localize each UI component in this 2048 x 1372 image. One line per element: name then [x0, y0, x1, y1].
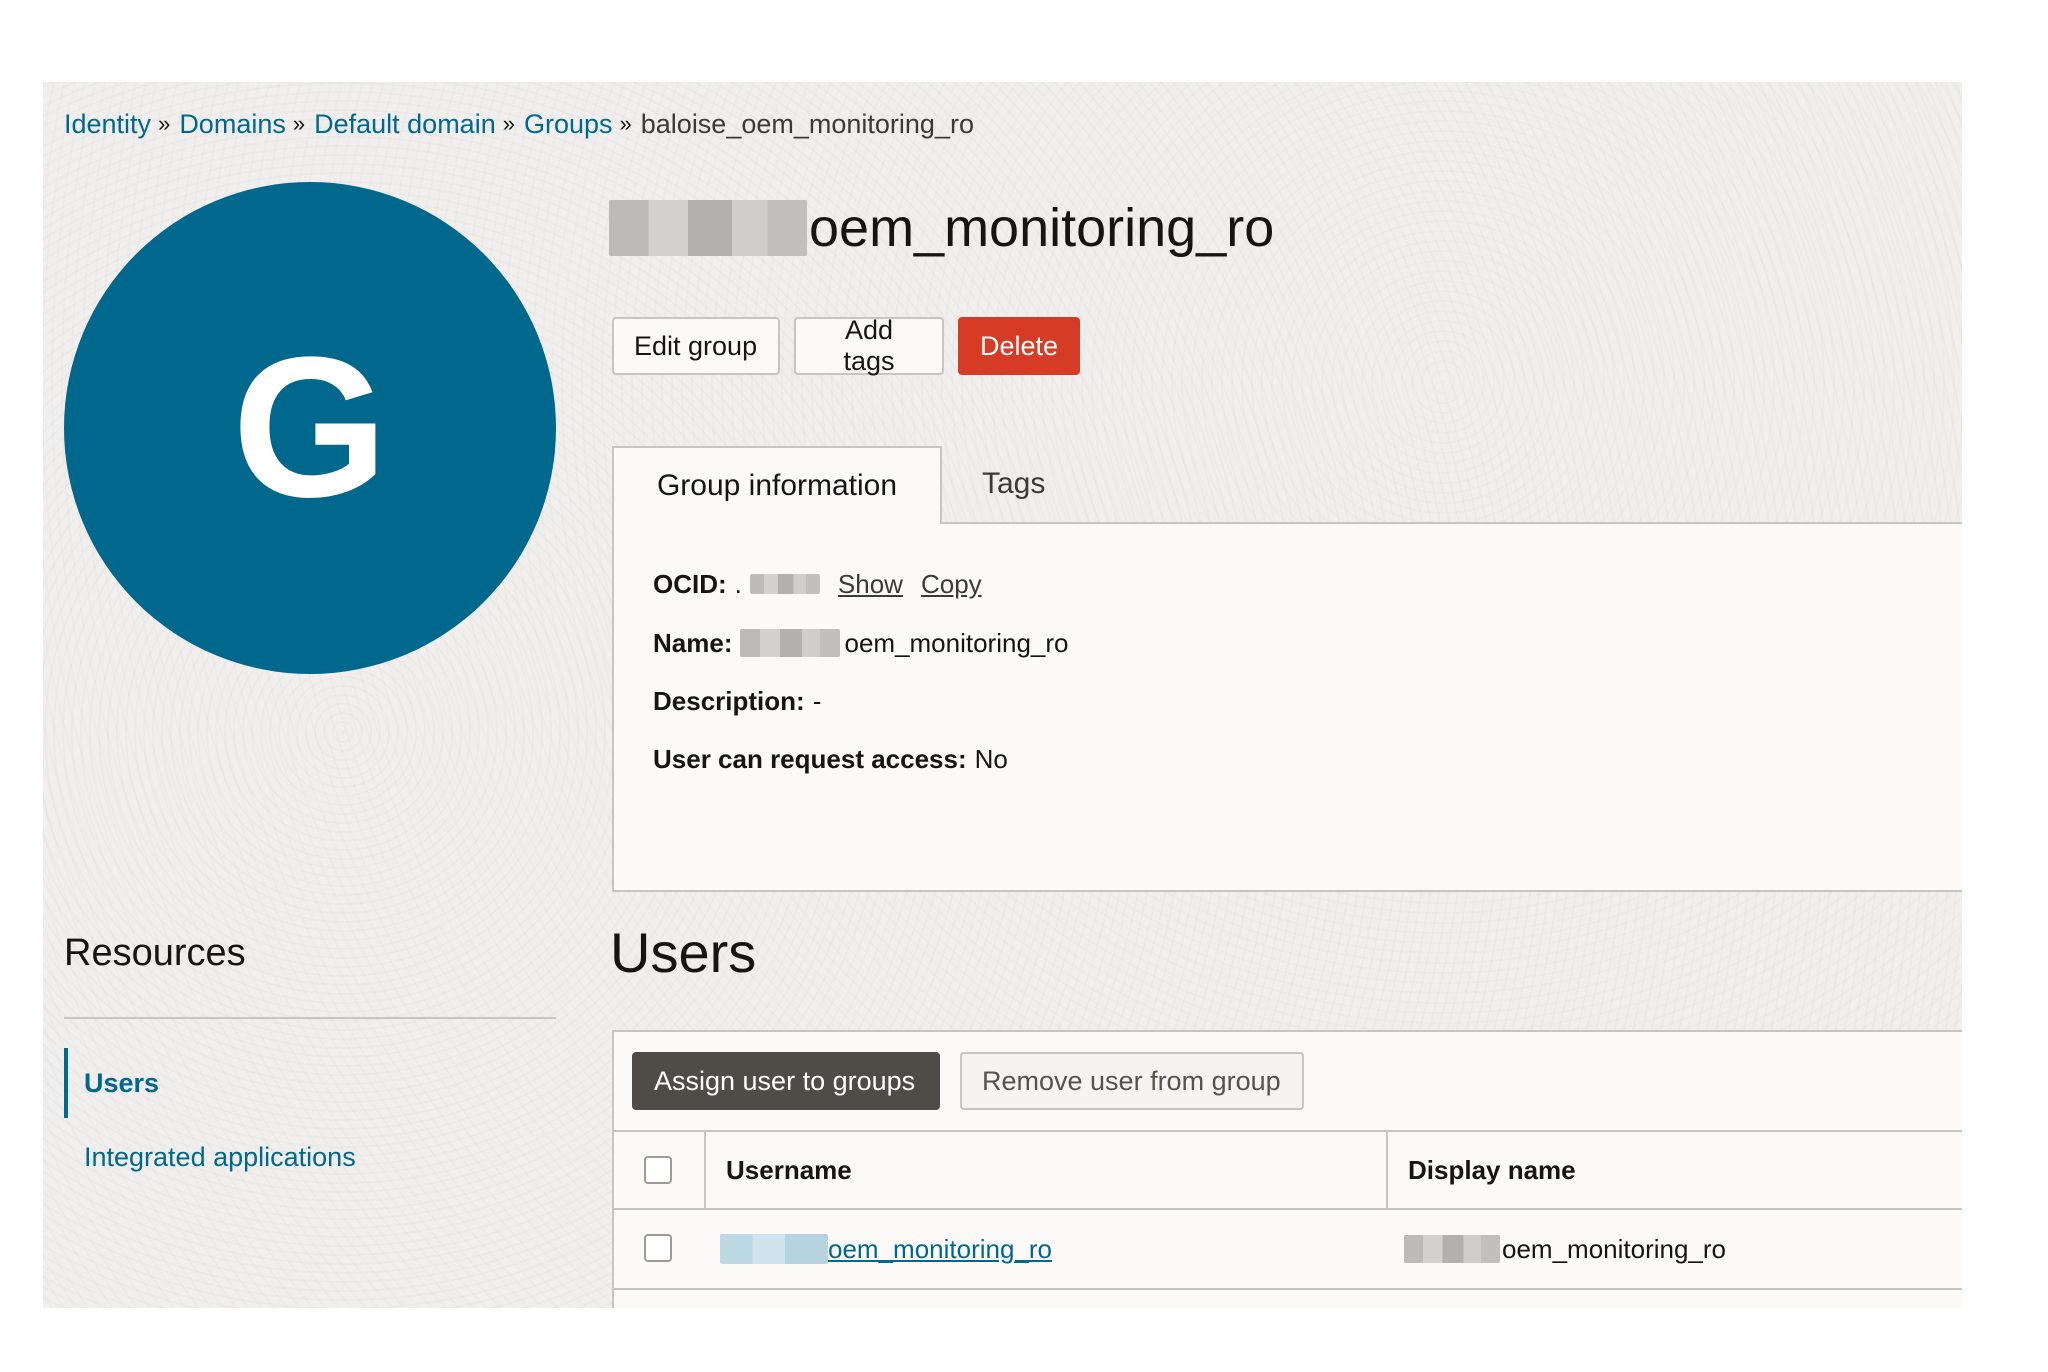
redacted-text — [609, 200, 807, 256]
show-ocid-link[interactable]: Show — [838, 566, 903, 602]
breadcrumb-separator: » — [502, 111, 515, 136]
resources-title: Resources — [64, 932, 246, 974]
users-toolbar: Assign user to groups Remove user from g… — [632, 1052, 1304, 1110]
redacted-text — [720, 1234, 828, 1264]
resources-divider — [64, 1017, 556, 1019]
username-link[interactable]: oem_monitoring_ro — [828, 1234, 1052, 1265]
redacted-text — [749, 574, 820, 594]
select-all-checkbox[interactable] — [644, 1156, 672, 1184]
table-header: Username Display name — [614, 1130, 1962, 1210]
content-panel: Identity » Domains » Default domain » Gr… — [43, 82, 1962, 1308]
column-divider — [1386, 1132, 1388, 1208]
ocid-label: OCID: — [653, 569, 727, 599]
resource-item-integrated-applications[interactable]: Integrated applications — [84, 1122, 356, 1192]
breadcrumb-default-domain[interactable]: Default domain — [314, 104, 496, 144]
description-value: - — [812, 686, 822, 716]
page-title-text: oem_monitoring_ro — [809, 198, 1275, 258]
column-header-display-name[interactable]: Display name — [1408, 1132, 1576, 1208]
redacted-text — [1404, 1235, 1500, 1263]
name-label: Name: — [653, 628, 733, 658]
breadcrumb-current: baloise_oem_monitoring_ro — [640, 109, 974, 139]
request-access-label: User can request access: — [653, 744, 967, 774]
tab-tags[interactable]: Tags — [982, 446, 1045, 522]
request-access-row: User can request access: No — [653, 741, 1008, 777]
name-value: oem_monitoring_ro — [844, 628, 1069, 658]
username-cell: oem_monitoring_ro — [720, 1210, 1052, 1288]
breadcrumb-domains[interactable]: Domains — [179, 104, 286, 144]
column-divider — [704, 1132, 706, 1208]
add-tags-button[interactable]: Add tags — [794, 315, 944, 376]
page-title: oem_monitoring_ro — [609, 190, 1274, 266]
ocid-row: OCID: . Show Copy — [653, 566, 982, 602]
description-label: Description: — [653, 686, 805, 716]
breadcrumb-separator: » — [619, 111, 632, 136]
users-section-title: Users — [610, 921, 757, 984]
request-access-value: No — [974, 744, 1008, 774]
resource-item-users[interactable]: Users — [64, 1048, 159, 1118]
ocid-value: . — [734, 569, 742, 599]
copy-ocid-link[interactable]: Copy — [921, 566, 982, 602]
remove-user-button[interactable]: Remove user from group — [960, 1052, 1304, 1110]
breadcrumb: Identity » Domains » Default domain » Gr… — [64, 104, 974, 144]
column-header-username[interactable]: Username — [726, 1132, 852, 1208]
display-name-cell: oem_monitoring_ro — [1404, 1210, 1726, 1288]
table-row: oem_monitoring_ro oem_monitoring_ro — [614, 1210, 1962, 1290]
assign-user-button[interactable]: Assign user to groups — [632, 1052, 940, 1110]
avatar-letter: G — [232, 316, 388, 539]
tab-bar: Group information Tags — [612, 446, 1962, 524]
page: Identity » Domains » Default domain » Gr… — [0, 0, 2048, 1372]
description-row: Description: - — [653, 683, 821, 719]
delete-button[interactable]: Delete — [958, 317, 1080, 375]
row-checkbox[interactable] — [644, 1234, 672, 1262]
group-information-panel: OCID: . Show Copy Name: oem_monitoring_r… — [612, 524, 1962, 892]
name-row: Name: oem_monitoring_ro — [653, 625, 1069, 661]
breadcrumb-groups[interactable]: Groups — [524, 104, 613, 144]
breadcrumb-identity[interactable]: Identity — [64, 104, 151, 144]
breadcrumb-separator: » — [292, 111, 306, 136]
users-table-panel: Assign user to groups Remove user from g… — [612, 1030, 1962, 1308]
display-name-value: oem_monitoring_ro — [1502, 1233, 1727, 1264]
redacted-text — [740, 629, 841, 657]
edit-group-button[interactable]: Edit group — [612, 317, 780, 375]
group-avatar: G — [64, 182, 556, 674]
breadcrumb-separator: » — [158, 111, 171, 136]
tab-group-information[interactable]: Group information — [612, 446, 942, 524]
action-buttons: Edit group Add tags Delete — [612, 315, 1080, 376]
